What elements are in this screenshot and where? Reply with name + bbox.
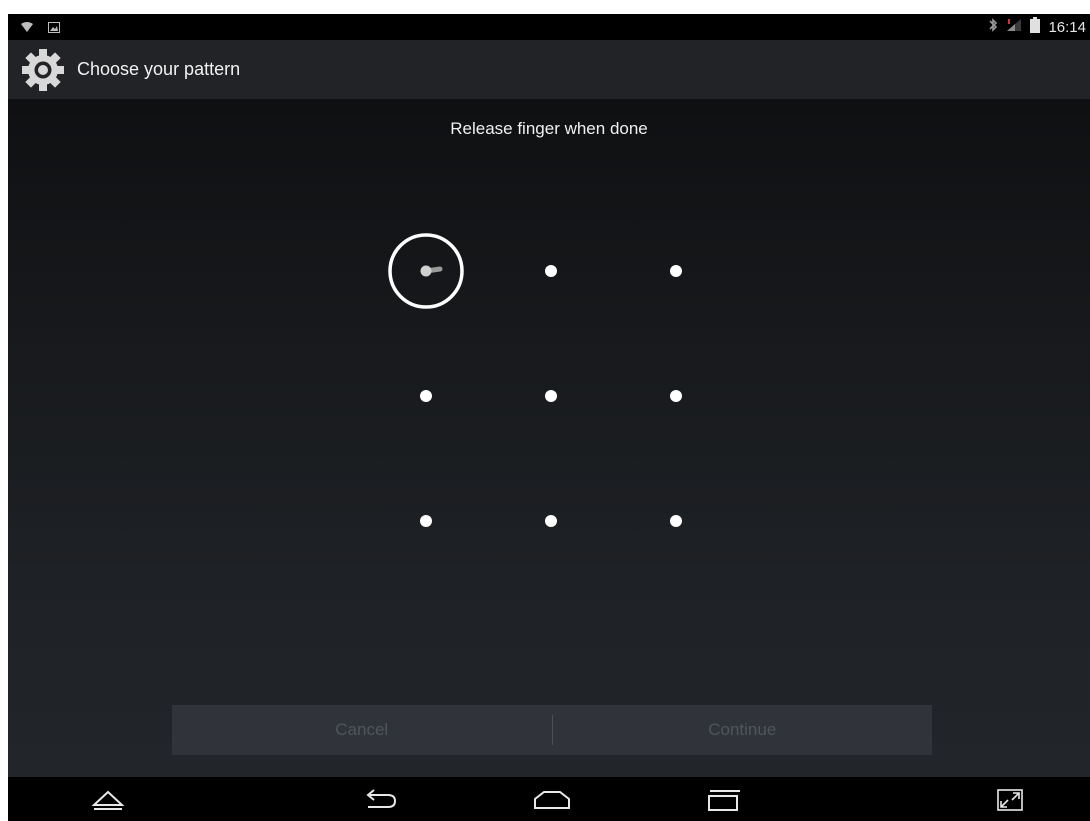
battery-icon xyxy=(1030,17,1041,38)
home-icon[interactable] xyxy=(532,785,572,815)
pattern-dot-5[interactable] xyxy=(545,390,557,402)
cancel-button[interactable]: Cancel xyxy=(172,705,552,755)
navigation-bar xyxy=(8,777,1090,821)
recent-apps-icon[interactable] xyxy=(704,785,744,815)
action-bar: Choose your pattern xyxy=(8,40,1090,99)
pattern-dot-1[interactable] xyxy=(420,265,432,277)
pattern-dot-9[interactable] xyxy=(670,515,682,527)
pattern-content: Release finger when done Cancel Continue xyxy=(8,99,1090,777)
settings-gear-icon[interactable] xyxy=(20,47,66,93)
signal-icon xyxy=(1006,18,1022,37)
continue-button[interactable]: Continue xyxy=(553,705,933,755)
pattern-dot-7[interactable] xyxy=(420,515,432,527)
back-icon[interactable] xyxy=(360,785,400,815)
pattern-dot-3[interactable] xyxy=(670,265,682,277)
device-screen: 16:14 Choose your pattern Release finger… xyxy=(8,14,1090,821)
bluetooth-icon xyxy=(988,17,998,38)
pattern-dot-4[interactable] xyxy=(420,390,432,402)
pattern-dot-8[interactable] xyxy=(545,515,557,527)
pattern-grid[interactable] xyxy=(8,99,1090,777)
pattern-dot-6[interactable] xyxy=(670,390,682,402)
wifi-icon xyxy=(20,20,34,38)
status-clock: 16:14 xyxy=(1048,19,1086,36)
fullscreen-icon[interactable] xyxy=(990,785,1030,815)
image-notification-icon xyxy=(48,20,60,38)
hide-keyboard-icon[interactable] xyxy=(88,785,128,815)
status-right-icons: 16:14 xyxy=(988,17,1086,38)
status-left-icons xyxy=(20,20,60,38)
status-bar: 16:14 xyxy=(8,14,1090,40)
page-title: Choose your pattern xyxy=(77,59,241,79)
button-bar: Cancel Continue xyxy=(172,705,932,755)
pattern-dot-2[interactable] xyxy=(545,265,557,277)
